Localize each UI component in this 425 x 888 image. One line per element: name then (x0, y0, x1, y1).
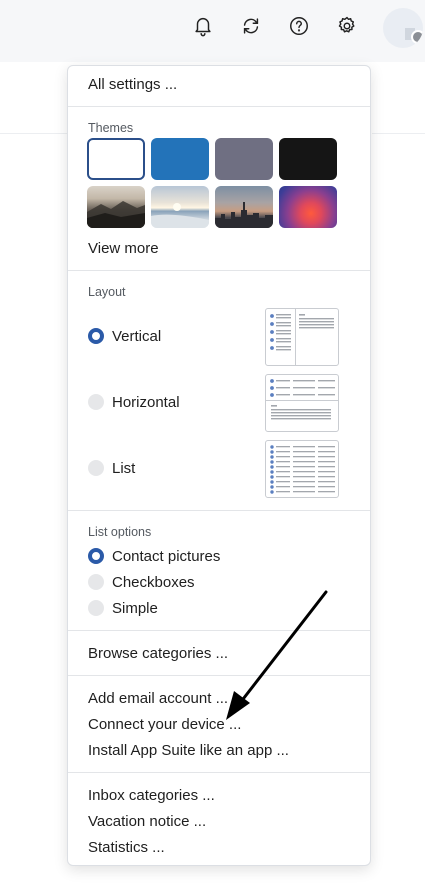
all-settings-item[interactable]: All settings ... (88, 76, 177, 94)
layout-option-list[interactable]: List (88, 458, 135, 478)
layout-option-label: Horizontal (112, 393, 180, 411)
connect-device-item[interactable]: Connect your device ... (88, 716, 241, 734)
background-divider (372, 133, 425, 134)
browse-categories-item[interactable]: Browse categories ... (88, 645, 228, 663)
themes-section-title: Themes (88, 121, 134, 135)
list-option-contact-pictures[interactable]: Contact pictures (88, 546, 220, 566)
theme-swatch-black[interactable] (279, 138, 337, 180)
list-option-label: Contact pictures (112, 547, 221, 565)
top-toolbar (0, 0, 425, 62)
menu-separator (68, 772, 370, 773)
inbox-categories-item[interactable]: Inbox categories ... (88, 787, 215, 805)
theme-swatch-white[interactable] (87, 138, 145, 180)
theme-swatch-glow[interactable] (279, 186, 337, 228)
vacation-notice-item[interactable]: Vacation notice ... (88, 813, 206, 831)
radio-unselected-icon[interactable] (88, 600, 104, 616)
gear-icon[interactable] (333, 12, 361, 40)
help-icon[interactable] (285, 12, 313, 40)
menu-separator (68, 630, 370, 631)
radio-unselected-icon[interactable] (88, 574, 104, 590)
menu-separator (68, 675, 370, 676)
layout-preview-horizontal (265, 374, 339, 432)
settings-dropdown-menu: All settings ... Themes View more Layout… (67, 65, 371, 866)
radio-selected-icon[interactable] (88, 328, 104, 344)
list-option-label: Simple (112, 599, 158, 617)
presence-status-icon (411, 30, 423, 44)
view-more-themes-link[interactable]: View more (88, 240, 159, 258)
layout-preview-vertical (265, 308, 339, 366)
radio-unselected-icon[interactable] (88, 394, 104, 410)
layout-option-label: Vertical (112, 327, 162, 345)
layout-option-label: List (112, 459, 136, 477)
theme-swatch-gray[interactable] (215, 138, 273, 180)
list-option-label: Checkboxes (112, 573, 195, 591)
layout-section-title: Layout (88, 285, 126, 299)
list-option-simple[interactable]: Simple (88, 598, 158, 618)
theme-swatch-beach[interactable] (151, 186, 209, 228)
layout-option-vertical[interactable]: Vertical (88, 326, 161, 346)
layout-option-horizontal[interactable]: Horizontal (88, 392, 180, 412)
user-avatar[interactable] (383, 8, 423, 48)
radio-unselected-icon[interactable] (88, 460, 104, 476)
menu-separator (68, 510, 370, 511)
add-email-account-item[interactable]: Add email account ... (88, 690, 228, 708)
statistics-item[interactable]: Statistics ... (88, 839, 165, 857)
refresh-icon[interactable] (237, 12, 265, 40)
list-options-section-title: List options (88, 525, 152, 539)
background-divider (0, 133, 67, 134)
list-option-checkboxes[interactable]: Checkboxes (88, 572, 195, 592)
radio-selected-icon[interactable] (88, 548, 104, 564)
install-app-item[interactable]: Install App Suite like an app ... (88, 742, 289, 760)
menu-separator (68, 106, 370, 107)
theme-swatch-blue[interactable] (151, 138, 209, 180)
theme-swatch-city[interactable] (215, 186, 273, 228)
theme-swatch-mountains[interactable] (87, 186, 145, 228)
layout-preview-list (265, 440, 339, 498)
menu-separator (68, 270, 370, 271)
bell-icon[interactable] (189, 12, 217, 40)
